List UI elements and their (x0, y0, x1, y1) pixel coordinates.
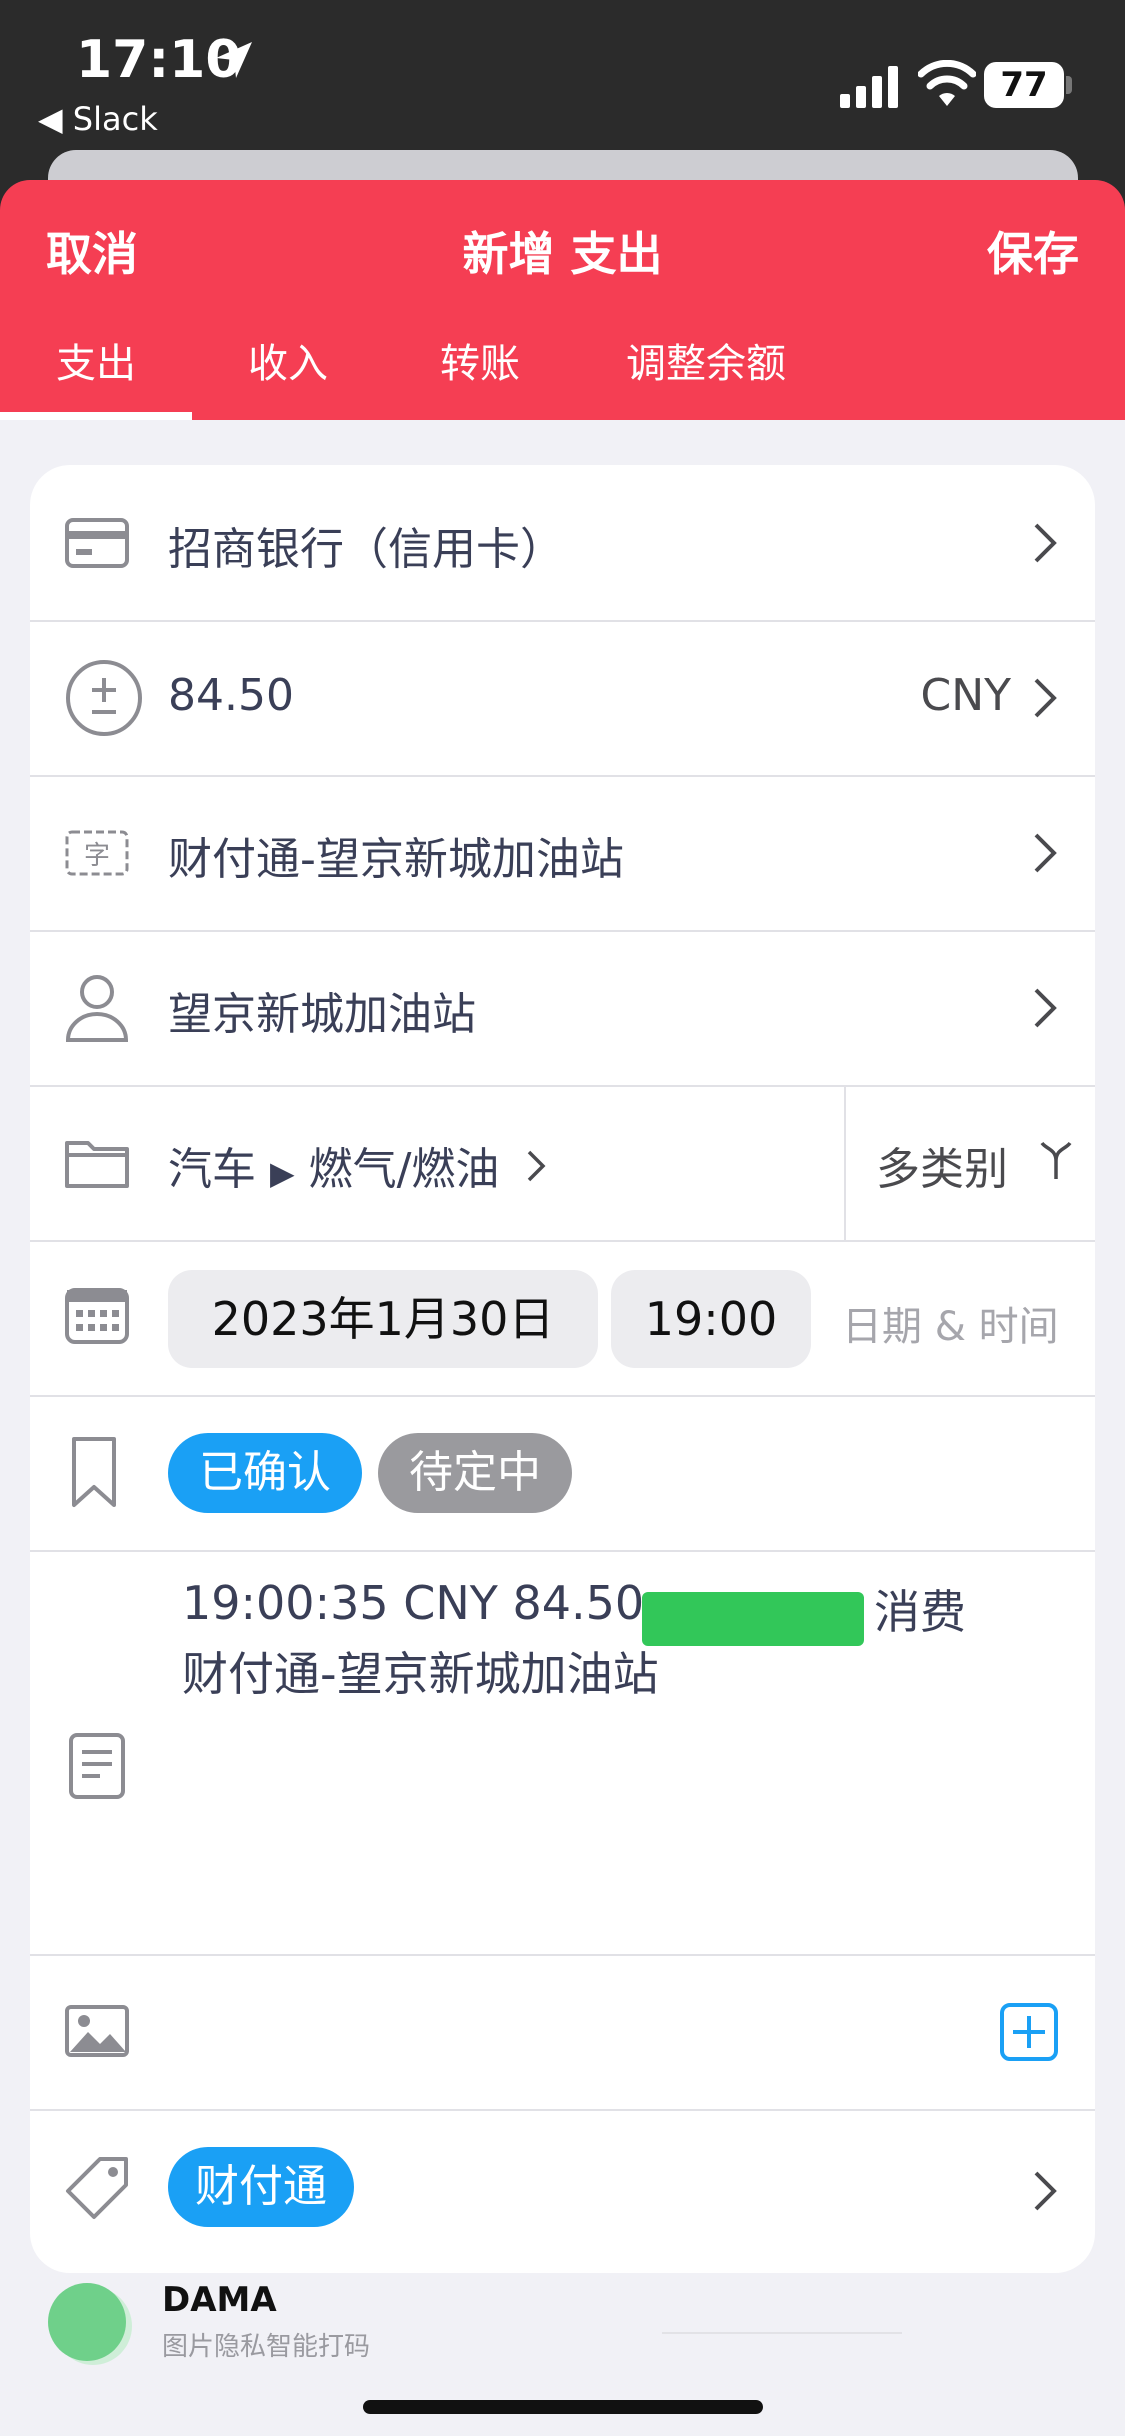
category-row[interactable]: 汽车 ▶ 燃气/燃油 多类别 (30, 1085, 1095, 1242)
preview-subtitle: 图片隐私智能打码 (162, 2332, 371, 2362)
preview-title: DAMA (162, 2280, 277, 2320)
payee-row[interactable]: 望京新城加油站 (30, 930, 1095, 1087)
chevron-right-icon (1034, 988, 1057, 1028)
category-child: 燃气/燃油 (308, 1144, 500, 1195)
memo-line-1: 19:00:35 CNY 84.50 (182, 1576, 644, 1630)
text-label-icon: 字 (65, 830, 129, 876)
memo-row[interactable]: 19:00:35 CNY 84.50 消费 财付通-望京新城加油站 (30, 1550, 1095, 1956)
status-row: 已确认 待定中 (30, 1395, 1095, 1552)
cellular-signal-icon (840, 66, 898, 108)
photo-row (30, 1954, 1095, 2111)
bookmark-icon (72, 1437, 116, 1507)
tags-row[interactable]: 财付通 (30, 2109, 1095, 2273)
page-title: 新增 支出 (462, 227, 663, 281)
chevron-right-icon (1034, 678, 1057, 718)
amount-value[interactable]: 84.50 (168, 670, 294, 721)
chevron-right-icon (528, 1150, 546, 1182)
chevron-right-icon (1034, 2171, 1057, 2211)
tag-chip[interactable]: 财付通 (168, 2147, 354, 2227)
date-picker[interactable]: 2023年1月30日 (168, 1270, 598, 1368)
add-square-icon[interactable] (999, 2002, 1059, 2062)
header-bar: 取消 新增 支出 保存 支出 收入 转账 调整余额 (0, 180, 1125, 420)
description-value[interactable]: 财付通-望京新城加油站 (168, 823, 624, 887)
active-tab-indicator (0, 412, 192, 420)
tab-income[interactable]: 收入 (192, 330, 384, 420)
image-icon (65, 2005, 129, 2057)
tab-transfer[interactable]: 转账 (384, 330, 576, 420)
chevron-right-icon (1034, 833, 1057, 873)
transaction-form: 招商银行（信用卡） 84.50 CNY 字 财付通-望京新城加油站 望京新城加油… (30, 465, 1095, 2273)
tab-expense[interactable]: 支出 (0, 330, 192, 420)
description-row[interactable]: 字 财付通-望京新城加油站 (30, 775, 1095, 932)
location-arrow-icon (216, 42, 252, 78)
save-button[interactable]: 保存 (987, 218, 1079, 284)
category-separator-icon: ▶ (270, 1154, 295, 1192)
memo-line-1-suffix: 消费 (874, 1585, 966, 1639)
memo-line-2: 财付通-望京新城加油站 (182, 1647, 659, 1701)
memo-line-1-prefix: 19:00:35 CNY 84.50 (182, 1576, 645, 1630)
category-parent: 汽车 (168, 1144, 256, 1195)
multi-category-button[interactable]: 多类别 (876, 1133, 1008, 1197)
back-to-app-link[interactable]: ◀ Slack (38, 100, 158, 138)
transaction-type-tabs: 支出 收入 转账 调整余额 (0, 330, 1125, 420)
split-icon[interactable] (1038, 1139, 1074, 1183)
wifi-icon (918, 60, 976, 106)
account-row[interactable]: 招商银行（信用卡） (30, 465, 1095, 622)
svg-text:字: 字 (84, 841, 110, 871)
status-tag-confirmed[interactable]: 已确认 (168, 1433, 362, 1513)
calendar-icon (65, 1288, 129, 1344)
plus-minus-icon (66, 660, 142, 736)
amount-row[interactable]: 84.50 CNY (30, 620, 1095, 777)
home-indicator[interactable] (363, 2400, 763, 2414)
payee-value[interactable]: 望京新城加油站 (168, 978, 476, 1042)
redacted-block (642, 1592, 864, 1646)
chevron-right-icon (1034, 523, 1057, 563)
category-path[interactable]: 汽车 ▶ 燃气/燃油 (168, 1133, 547, 1197)
folder-icon (65, 1141, 129, 1188)
datetime-label: 日期 & 时间 (842, 1304, 1059, 1350)
app-avatar (48, 2283, 126, 2361)
tab-adjust-balance[interactable]: 调整余额 (576, 330, 836, 420)
datetime-row: 2023年1月30日 19:00 日期 & 时间 (30, 1240, 1095, 1397)
time-picker[interactable]: 19:00 (611, 1270, 811, 1368)
status-tag-pending[interactable]: 待定中 (378, 1433, 572, 1513)
credit-card-icon (65, 518, 129, 568)
currency-selector[interactable]: CNY (920, 670, 1011, 721)
account-value: 招商银行（信用卡） (168, 524, 564, 575)
battery-indicator: 77 (984, 62, 1064, 108)
category-divider (844, 1085, 846, 1240)
document-icon (69, 1733, 125, 1799)
person-icon (65, 975, 129, 1042)
preview-divider (662, 2332, 902, 2334)
tag-icon (66, 2157, 128, 2219)
battery-tip (1066, 76, 1072, 94)
